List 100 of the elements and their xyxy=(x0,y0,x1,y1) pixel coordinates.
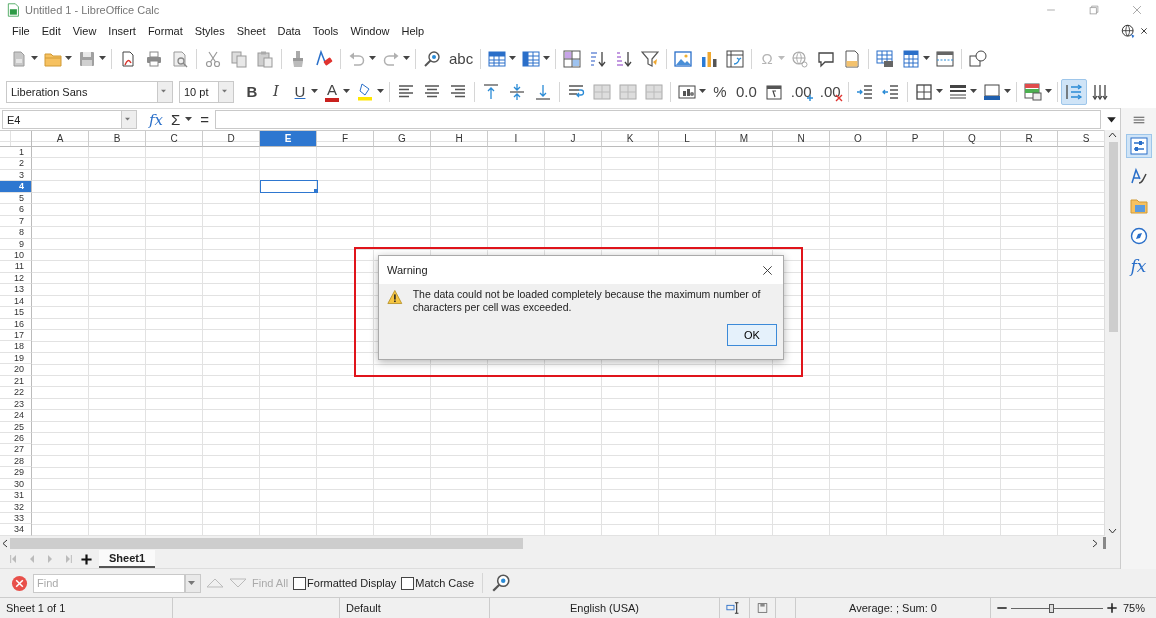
font-size-box[interactable]: 10 pt xyxy=(179,80,234,103)
globe-icon[interactable] xyxy=(1121,23,1136,39)
number-format-icon xyxy=(678,82,696,101)
column-header[interactable]: A xyxy=(32,131,89,147)
caret-icon[interactable] xyxy=(343,89,350,94)
caret-icon[interactable] xyxy=(369,56,376,61)
caret-icon[interactable] xyxy=(185,117,193,122)
menu-item[interactable]: Window xyxy=(344,25,396,37)
toolbar-button[interactable]: % xyxy=(708,78,732,105)
scroll-left-icon[interactable] xyxy=(2,538,8,548)
formula-button[interactable]: fx xyxy=(147,110,165,129)
toolbar-button[interactable]: .00 xyxy=(786,78,816,105)
sheet-tab[interactable]: Sheet1 xyxy=(99,550,156,568)
zoom-in-icon[interactable] xyxy=(1105,601,1119,615)
column-header[interactable]: B xyxy=(89,131,146,147)
column-header[interactable]: Q xyxy=(944,131,1001,147)
caret-icon[interactable] xyxy=(969,89,977,94)
toolbar-button[interactable]: B xyxy=(240,78,264,105)
row-header[interactable]: 18 xyxy=(0,341,32,353)
pdf-document-icon xyxy=(119,49,137,68)
row-header[interactable]: 34 xyxy=(0,524,32,536)
caret-icon[interactable] xyxy=(509,56,517,61)
checkbox[interactable] xyxy=(293,576,307,590)
row-header[interactable]: 29 xyxy=(0,467,32,479)
find-replace-icon[interactable] xyxy=(491,573,512,593)
caret-icon[interactable] xyxy=(311,89,318,94)
align-middle-icon xyxy=(508,82,526,101)
add-sheet-icon[interactable] xyxy=(80,552,93,566)
column-header[interactable]: M xyxy=(716,131,773,147)
checkbox-label[interactable]: Formatted Display xyxy=(307,577,397,589)
menu-item[interactable]: Data xyxy=(271,25,307,37)
properties-button[interactable] xyxy=(1125,134,1152,158)
column-header[interactable]: N xyxy=(773,131,830,147)
formula-button[interactable]: = xyxy=(198,111,212,128)
outdent-icon xyxy=(881,82,900,101)
column-header[interactable]: C xyxy=(146,131,203,147)
scroll-right-icon[interactable] xyxy=(1092,538,1098,548)
column-header[interactable]: R xyxy=(1001,131,1058,147)
menu-item[interactable]: View xyxy=(66,25,103,37)
row-header[interactable]: 27 xyxy=(0,444,32,456)
checkbox[interactable] xyxy=(401,576,415,590)
caret-icon[interactable] xyxy=(699,89,706,94)
close-icon[interactable] xyxy=(1138,25,1150,37)
caret-icon[interactable] xyxy=(403,56,410,61)
column-header[interactable]: F xyxy=(317,131,374,147)
row-header[interactable]: 20 xyxy=(0,364,32,376)
column-header[interactable]: E xyxy=(260,131,317,147)
menu-item[interactable]: Insert xyxy=(102,25,142,37)
scroll-up-icon[interactable] xyxy=(1108,132,1117,138)
toolbar-button[interactable]: 0.0 xyxy=(732,78,761,105)
column-header[interactable]: K xyxy=(602,131,659,147)
column-header[interactable]: J xyxy=(545,131,602,147)
column-header[interactable]: O xyxy=(830,131,887,147)
formula-button[interactable]: Σ xyxy=(169,111,183,128)
name-box[interactable]: E4 xyxy=(2,110,137,129)
caret-icon[interactable] xyxy=(1003,89,1011,94)
split-handle[interactable] xyxy=(1103,537,1106,549)
toolbar-button[interactable]: U xyxy=(288,78,312,105)
find-dropdown[interactable] xyxy=(185,573,201,593)
row-header[interactable]: 33 xyxy=(0,513,32,525)
toolbar-button[interactable]: abc xyxy=(445,45,478,72)
menu-item[interactable]: Format xyxy=(141,25,189,37)
scrollbar-thumb[interactable] xyxy=(1109,142,1118,332)
functions-button[interactable]: fx xyxy=(1125,254,1152,278)
caret-icon[interactable] xyxy=(377,89,384,94)
ok-button[interactable]: OK xyxy=(727,324,777,346)
toolbar-button[interactable]: .00 xyxy=(815,78,845,105)
menu-item[interactable]: Sheet xyxy=(230,25,272,37)
column-header[interactable]: I xyxy=(488,131,545,147)
row-header[interactable]: 4 xyxy=(0,181,32,193)
print-preview-icon xyxy=(171,49,189,68)
indent-icon xyxy=(855,82,874,101)
menu-item[interactable]: Help xyxy=(395,25,431,37)
column-header[interactable]: G xyxy=(374,131,431,147)
menu-item[interactable]: Edit xyxy=(35,25,67,37)
text-direction-button[interactable] xyxy=(1060,78,1087,105)
find-field[interactable]: Find xyxy=(33,573,185,593)
caret-icon[interactable] xyxy=(923,56,931,61)
caret-icon[interactable] xyxy=(65,56,72,61)
scroll-down-icon[interactable] xyxy=(1108,528,1117,534)
column-header[interactable]: H xyxy=(431,131,488,147)
formula-input[interactable] xyxy=(215,110,1101,129)
menu-item[interactable]: Styles xyxy=(188,25,231,37)
caret-icon[interactable] xyxy=(99,56,106,61)
slider-thumb[interactable] xyxy=(1048,603,1054,613)
font-name-box[interactable]: Liberation Sans xyxy=(6,80,173,103)
caret-icon[interactable] xyxy=(1044,89,1052,94)
scrollbar-thumb[interactable] xyxy=(10,537,523,549)
caret-icon[interactable] xyxy=(31,56,38,61)
column-header[interactable]: L xyxy=(659,131,716,147)
checkbox-label[interactable]: Match Case xyxy=(415,577,475,589)
menu-item[interactable]: File xyxy=(6,25,36,37)
column-header[interactable]: P xyxy=(887,131,944,147)
toolbar-button[interactable]: I xyxy=(264,78,288,105)
caret-icon[interactable] xyxy=(935,89,943,94)
toolbar-button[interactable]: A xyxy=(320,78,344,105)
menu-item[interactable]: Tools xyxy=(306,25,345,37)
caret-icon[interactable] xyxy=(543,56,551,61)
row-header[interactable]: 17 xyxy=(0,330,32,342)
eraser-icon xyxy=(315,49,333,68)
